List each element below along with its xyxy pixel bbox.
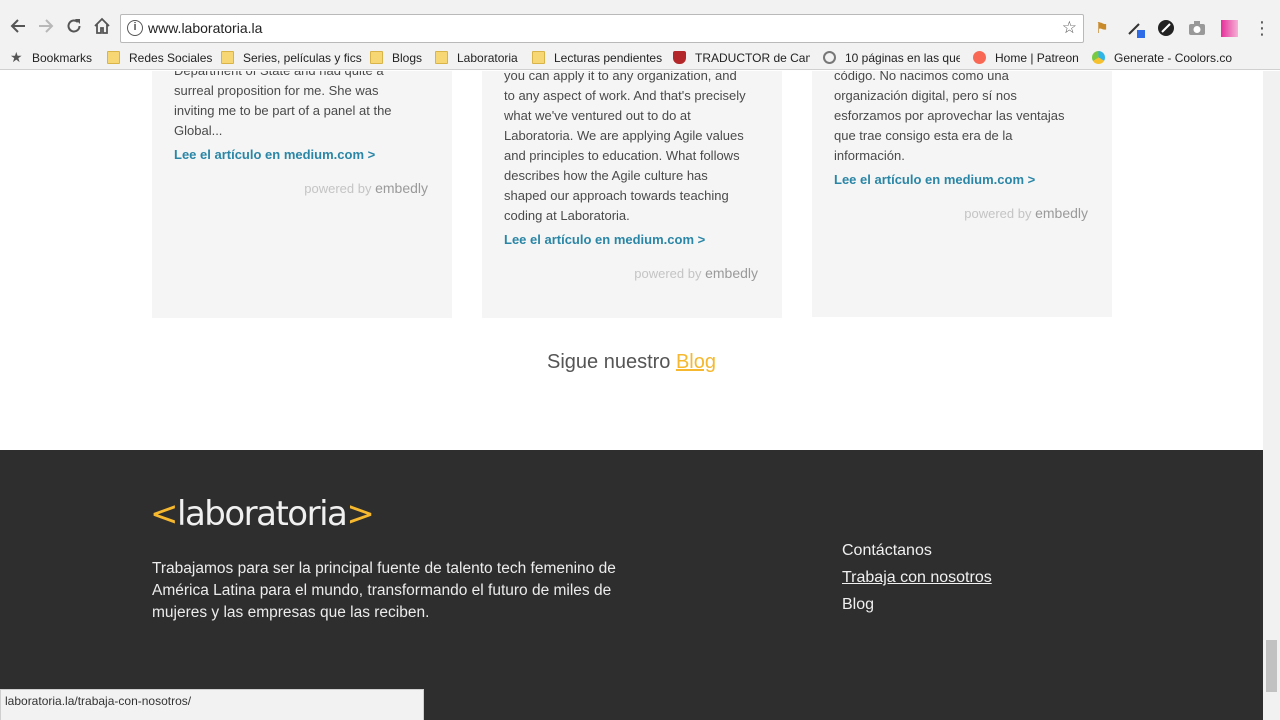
bookmark-redes-sociales[interactable]: Redes Sociales <box>107 49 212 66</box>
article-excerpt: código. No nacimos como una organización… <box>834 71 1090 190</box>
ring-icon <box>823 51 836 64</box>
star-icon: ★ <box>10 49 23 65</box>
folder-icon <box>370 51 383 64</box>
powered-by-embedly[interactable]: powered by embedly <box>964 205 1088 221</box>
read-article-link[interactable]: Lee el artículo en medium.com > <box>174 145 430 165</box>
extension-flag-icon[interactable]: ⚑ <box>1092 18 1112 38</box>
bookmark-bookmarks[interactable]: ★ Bookmarks <box>10 49 92 66</box>
bookmark-blogs[interactable]: Blogs <box>370 49 422 66</box>
crest-icon <box>673 51 686 64</box>
link-status-bar: laboratoria.la/trabaja-con-nosotros/ <box>0 689 424 720</box>
bookmark-10-paginas[interactable]: 10 páginas en las que <box>823 49 960 66</box>
home-button[interactable] <box>90 14 114 38</box>
menu-kebab-icon[interactable]: ⋮ <box>1252 18 1272 38</box>
scrollbar-thumb[interactable] <box>1266 640 1277 692</box>
page-scrollbar[interactable] <box>1263 71 1280 720</box>
address-bar[interactable]: i www.laboratoria.la ☆ <box>120 14 1084 43</box>
bookmark-laboratoria[interactable]: Laboratoria <box>435 49 518 66</box>
bookmark-patreon[interactable]: Home | Patreon <box>973 49 1079 66</box>
folder-icon <box>532 51 545 64</box>
colorpicker-extension-icon[interactable] <box>1219 18 1239 38</box>
read-article-link[interactable]: Lee el artículo en medium.com > <box>834 170 1090 190</box>
reload-button[interactable] <box>62 14 86 38</box>
laboratoria-logo[interactable]: <laboratoria> <box>150 494 375 534</box>
folder-icon <box>221 51 234 64</box>
article-card-3: código. No nacimos como una organización… <box>812 71 1112 317</box>
article-card-1: Department of State and had quite a surr… <box>152 71 452 318</box>
forward-button[interactable] <box>34 14 58 38</box>
bookmark-traductor[interactable]: TRADUCTOR de Cam <box>673 49 810 66</box>
blog-link[interactable]: Blog <box>676 351 716 373</box>
extension-eyedropper-icon[interactable] <box>1126 18 1146 38</box>
patreon-icon <box>973 51 986 64</box>
address-url[interactable]: www.laboratoria.la <box>148 20 262 36</box>
bookmark-coolors[interactable]: Generate - Coolors.co <box>1092 49 1232 66</box>
follow-blog: Sigue nuestro Blog <box>546 351 716 373</box>
article-excerpt: Department of State and had quite a surr… <box>174 71 430 165</box>
extension-disable-icon[interactable] <box>1156 18 1176 38</box>
footer-link-trabaja[interactable]: Trabaja con nosotros <box>842 569 992 596</box>
camera-icon[interactable] <box>1187 18 1207 38</box>
footer-links: Contáctanos Trabaja con nosotros Blog <box>842 542 992 623</box>
bookmark-series[interactable]: Series, películas y fics <box>221 49 362 66</box>
read-article-link[interactable]: Lee el artículo en medium.com > <box>504 230 760 250</box>
powered-by-embedly[interactable]: powered by embedly <box>634 265 758 281</box>
info-icon[interactable]: i <box>127 20 143 36</box>
site-footer: <laboratoria> Trabajamos para ser la pri… <box>0 450 1263 720</box>
bookmark-lecturas[interactable]: Lecturas pendientes <box>532 49 662 66</box>
bookmark-star-icon[interactable]: ☆ <box>1062 18 1077 38</box>
folder-icon <box>107 51 120 64</box>
footer-link-blog[interactable]: Blog <box>842 596 992 623</box>
folder-icon <box>435 51 448 64</box>
powered-by-embedly[interactable]: powered by embedly <box>304 180 428 196</box>
page-viewport: Department of State and had quite a surr… <box>0 71 1263 720</box>
footer-link-contactanos[interactable]: Contáctanos <box>842 542 992 569</box>
coolors-icon <box>1092 51 1105 64</box>
article-excerpt: you can apply it to any organization, an… <box>504 71 760 250</box>
browser-toolbar: i www.laboratoria.la ☆ ⚑ ⋮ <box>0 0 1280 45</box>
back-button[interactable] <box>6 14 30 38</box>
article-card-2: you can apply it to any organization, an… <box>482 71 782 318</box>
mission-statement: Trabajamos para ser la principal fuente … <box>152 560 616 621</box>
bookmarks-bar: ★ Bookmarks Redes Sociales Series, pelíc… <box>0 45 1280 70</box>
